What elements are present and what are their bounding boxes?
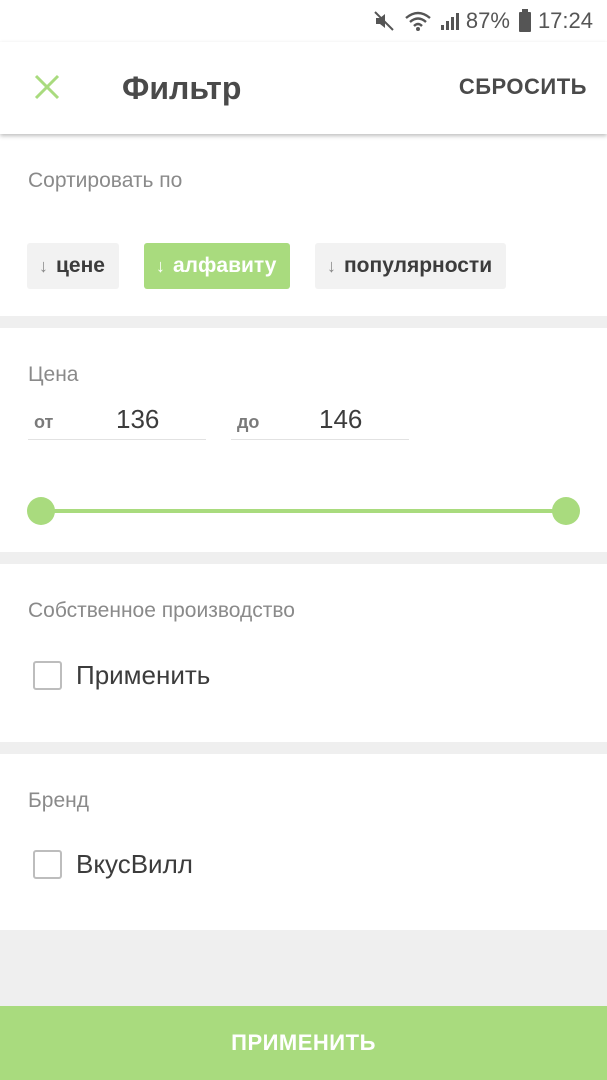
own-production-checkbox[interactable] <box>33 660 62 690</box>
status-time: 17:24 <box>537 8 593 33</box>
wifi-icon <box>404 10 432 32</box>
sort-by-alphabet-chip[interactable]: ↓ алфавиту <box>144 243 291 289</box>
brand-checkbox-row[interactable]: ВкусВилл <box>33 848 193 880</box>
price-to-field[interactable]: до 146 <box>231 398 409 440</box>
price-card <box>0 328 607 552</box>
battery-percent: 87% <box>465 8 510 33</box>
sort-by-popularity-chip[interactable]: ↓ популярности <box>315 243 507 289</box>
price-from-prefix: от <box>34 412 54 432</box>
price-title: Цена <box>28 363 79 386</box>
price-slider-track[interactable] <box>41 509 566 513</box>
sort-by-price-chip[interactable]: ↓ цене <box>27 243 119 289</box>
app-bar: Фильтр СБРОСИТЬ <box>0 42 607 134</box>
price-slider-min-handle[interactable] <box>27 497 55 525</box>
price-slider-max-handle[interactable] <box>552 497 580 525</box>
price-from-field[interactable]: от 136 <box>28 398 206 440</box>
mute-icon <box>372 9 396 33</box>
page-title: Фильтр <box>122 70 242 106</box>
own-production-checkbox-label: Применить <box>76 659 211 690</box>
sort-title: Сортировать по <box>28 169 183 192</box>
price-to-value: 146 <box>319 404 363 434</box>
own-production-card <box>0 564 607 742</box>
close-button[interactable] <box>22 64 72 114</box>
brand-checkbox[interactable] <box>33 849 62 879</box>
arrow-down-icon: ↓ <box>39 255 48 276</box>
signal-icon <box>440 11 460 31</box>
price-to-prefix: до <box>237 412 260 432</box>
arrow-down-icon: ↓ <box>156 255 165 276</box>
own-production-checkbox-row[interactable]: Применить <box>33 659 210 691</box>
price-from-value: 136 <box>116 404 160 434</box>
chip-label: популярности <box>344 254 493 277</box>
close-icon <box>34 74 60 105</box>
own-production-title: Собственное производство <box>28 599 295 622</box>
reset-button[interactable]: СБРОСИТЬ <box>459 74 587 100</box>
chip-label: цене <box>56 254 105 277</box>
chip-label: алфавиту <box>173 254 277 277</box>
battery-icon <box>518 9 532 33</box>
status-bar: 87% 17:24 <box>0 0 607 42</box>
brand-card <box>0 754 607 930</box>
arrow-down-icon: ↓ <box>327 255 336 276</box>
apply-button[interactable]: ПРИМЕНИТЬ <box>0 1006 607 1080</box>
brand-title: Бренд <box>28 789 89 812</box>
brand-checkbox-label: ВкусВилл <box>76 848 193 879</box>
